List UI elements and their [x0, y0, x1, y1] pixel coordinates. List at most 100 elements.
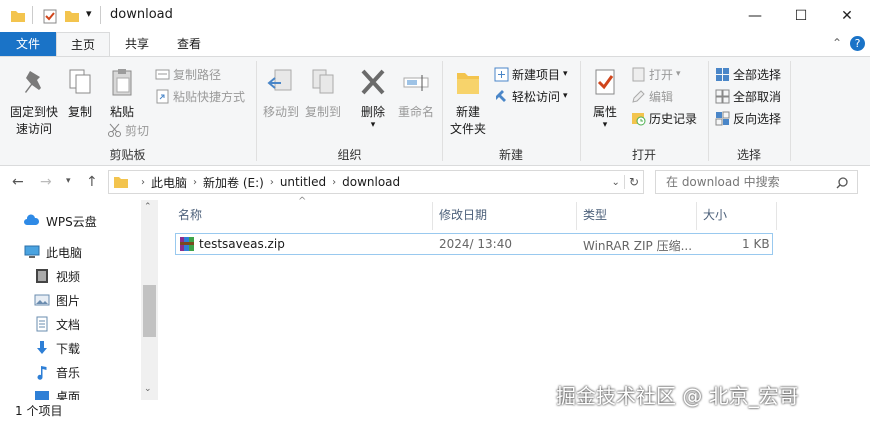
- column-header-name[interactable]: 名称: [178, 206, 202, 223]
- delete-dropdown-icon[interactable]: ▾: [356, 121, 390, 130]
- table-row[interactable]: testsaveas.zip 2024/ 13:40 WinRAR ZIP 压缩…: [175, 233, 773, 255]
- delete-label: 删除: [360, 105, 385, 119]
- new-folder-label-1: 新建: [455, 105, 480, 119]
- address-bar[interactable]: › 此电脑 › 新加卷 (E:) › untitled › download ⌄…: [108, 170, 644, 194]
- copy-button[interactable]: 复制: [62, 67, 98, 121]
- scissors-icon: [108, 123, 121, 137]
- sort-up-icon: ^: [298, 196, 307, 207]
- cut-button[interactable]: 剪切: [107, 120, 149, 140]
- nav-item-this-pc[interactable]: 此电脑: [24, 241, 82, 263]
- forward-button[interactable]: →: [40, 174, 52, 190]
- column-separator[interactable]: [776, 202, 777, 230]
- pin-label-1: 固定到快: [9, 105, 58, 119]
- open-button[interactable]: 打开 ▾: [631, 64, 681, 84]
- recent-locations-dropdown[interactable]: ▾: [66, 176, 71, 186]
- properties-icon[interactable]: [42, 8, 58, 24]
- search-input[interactable]: 在 download 中搜索: [655, 170, 858, 194]
- select-none-label: 全部取消: [733, 89, 782, 104]
- pin-quick-access-button[interactable]: 固定到快 速访问: [6, 67, 62, 138]
- tab-file[interactable]: 文件: [0, 32, 56, 56]
- new-group-label: 新建: [498, 148, 523, 162]
- tab-share[interactable]: 共享: [110, 32, 164, 56]
- folder-icon: [114, 177, 128, 188]
- up-button[interactable]: ↑: [86, 174, 98, 190]
- delete-button[interactable]: 删除 ▾: [356, 67, 390, 130]
- file-name: testsaveas.zip: [199, 237, 285, 251]
- easy-access-label: 轻松访问: [512, 89, 561, 104]
- nav-item-label: 下载: [56, 341, 81, 356]
- breadcrumb-drive-e[interactable]: 新加卷 (E:): [203, 174, 264, 191]
- rename-button[interactable]: 重命名: [396, 67, 436, 121]
- select-all-button[interactable]: 全部选择: [715, 64, 781, 84]
- divider: [100, 6, 101, 24]
- maximize-button[interactable]: ☐: [778, 0, 824, 32]
- file-size: 1 KB: [742, 237, 770, 251]
- delete-icon: [361, 69, 385, 95]
- documents-icon: [36, 316, 48, 332]
- nav-item-videos[interactable]: 视频: [34, 265, 80, 287]
- paste-shortcut-icon: [156, 89, 169, 103]
- column-separator[interactable]: [696, 202, 697, 230]
- breadcrumb-separator[interactable]: ›: [193, 177, 197, 188]
- breadcrumb-download[interactable]: download: [342, 175, 400, 189]
- collapse-ribbon-button[interactable]: ⌃: [832, 36, 842, 50]
- help-button[interactable]: ?: [850, 36, 865, 51]
- breadcrumb-separator[interactable]: ›: [270, 177, 274, 188]
- nav-item-music[interactable]: 音乐: [34, 361, 80, 383]
- nav-scrollbar-thumb[interactable]: [143, 285, 156, 337]
- column-separator[interactable]: [432, 202, 433, 230]
- easy-access-button[interactable]: 轻松访问 ▾: [494, 86, 568, 106]
- refresh-icon[interactable]: ↻: [623, 175, 643, 189]
- minimize-button[interactable]: —: [732, 0, 778, 32]
- nav-scrollbar[interactable]: ⌃ ⌄: [141, 200, 158, 400]
- breadcrumb-separator[interactable]: ›: [141, 177, 145, 188]
- paste-button[interactable]: 粘贴: [102, 67, 142, 121]
- cut-label: 剪切: [125, 123, 150, 138]
- nav-item-pictures[interactable]: 图片: [34, 289, 80, 311]
- column-separator[interactable]: [576, 202, 577, 230]
- paste-shortcut-button[interactable]: 粘贴快捷方式: [155, 86, 245, 106]
- close-button[interactable]: ✕: [824, 0, 870, 32]
- open-icon: [632, 67, 645, 81]
- divider: [32, 6, 33, 24]
- pin-label-2: 速访问: [15, 122, 52, 136]
- copy-to-label: 复制到: [304, 105, 341, 119]
- scroll-down-icon[interactable]: ⌄: [144, 384, 152, 394]
- select-none-button[interactable]: 全部取消: [715, 86, 781, 106]
- invert-selection-label: 反向选择: [733, 111, 782, 126]
- nav-item-desktop[interactable]: 桌面: [34, 385, 80, 400]
- new-item-button[interactable]: 新建项目 ▾: [494, 64, 568, 84]
- new-folder-icon[interactable]: [64, 8, 80, 24]
- address-history-dropdown[interactable]: ⌄: [612, 177, 620, 188]
- new-folder-button[interactable]: 新建 文件夹: [447, 67, 489, 138]
- paste-icon: [112, 69, 132, 96]
- tab-view[interactable]: 查看: [164, 32, 214, 56]
- breadcrumb-untitled[interactable]: untitled: [280, 175, 326, 189]
- column-header-modified[interactable]: 修改日期: [439, 206, 487, 223]
- desktop-icon: [35, 391, 49, 400]
- nav-item-documents[interactable]: 文档: [34, 313, 80, 335]
- properties-dropdown-icon[interactable]: ▾: [586, 121, 624, 130]
- column-header-type[interactable]: 类型: [583, 206, 607, 223]
- properties-button[interactable]: 属性 ▾: [586, 67, 624, 130]
- invert-selection-button[interactable]: 反向选择: [715, 108, 781, 128]
- tab-home[interactable]: 主页: [56, 32, 110, 56]
- scroll-up-icon[interactable]: ⌃: [144, 202, 152, 212]
- edit-button[interactable]: 编辑: [631, 86, 673, 106]
- select-group-label: 选择: [736, 148, 761, 162]
- breadcrumb-this-pc[interactable]: 此电脑: [151, 174, 187, 191]
- move-to-button[interactable]: 移动到: [262, 67, 300, 121]
- folder-icon: [11, 11, 25, 22]
- quick-access-dropdown[interactable]: ▾: [86, 7, 92, 20]
- column-header-size[interactable]: 大小: [703, 206, 727, 223]
- breadcrumb-separator[interactable]: ›: [332, 177, 336, 188]
- copy-path-button[interactable]: 复制路径: [155, 64, 221, 84]
- back-button[interactable]: ←: [12, 174, 24, 190]
- history-button[interactable]: 历史记录: [631, 108, 697, 128]
- rename-icon: [403, 75, 429, 91]
- copy-to-button[interactable]: 复制到: [304, 67, 342, 121]
- nav-item-downloads[interactable]: 下载: [34, 337, 80, 359]
- select-all-label: 全部选择: [733, 67, 782, 82]
- nav-item-wps-cloud[interactable]: WPS云盘: [24, 210, 97, 232]
- easy-access-icon: [496, 89, 506, 102]
